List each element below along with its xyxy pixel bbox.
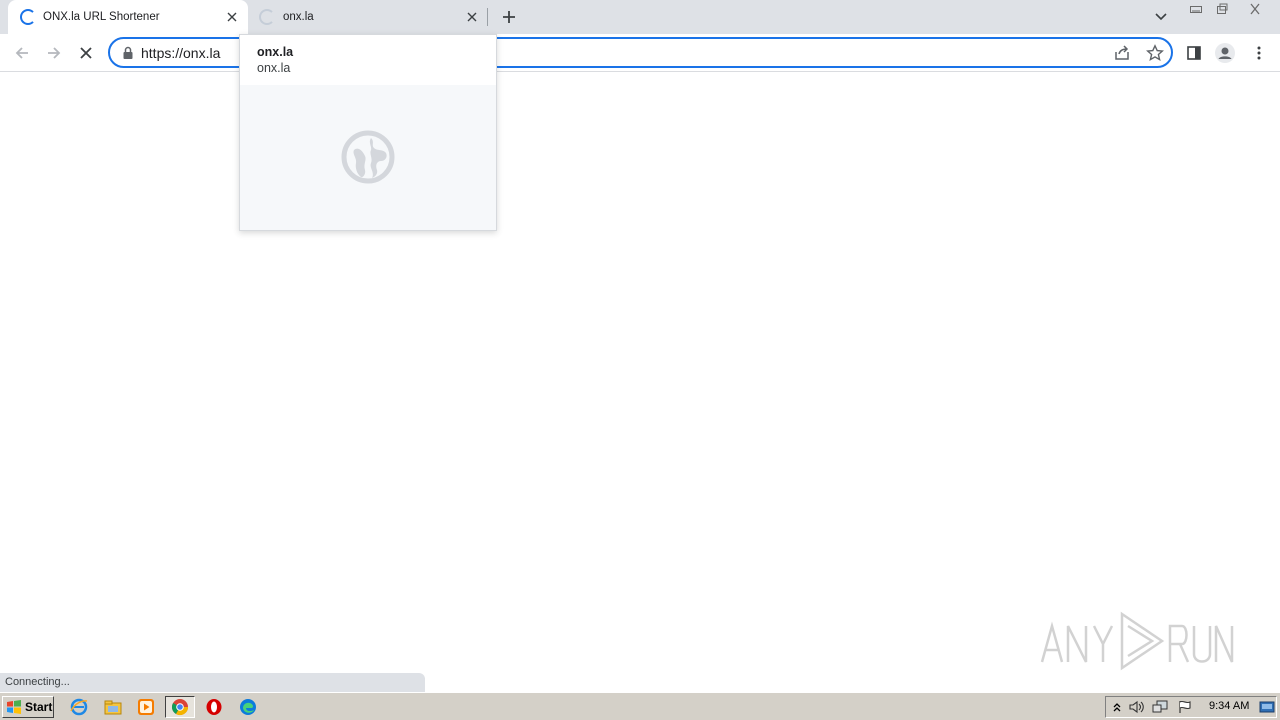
network-icon[interactable]	[1152, 699, 1168, 715]
windows-taskbar: Start 9:34 AM	[0, 692, 1280, 720]
media-player-taskbar-button[interactable]	[135, 697, 157, 717]
windows-logo-icon	[7, 700, 21, 714]
loading-spinner-icon	[259, 9, 275, 25]
close-window-button[interactable]	[1237, 0, 1273, 17]
side-panel-button[interactable]	[1183, 42, 1205, 64]
restore-button[interactable]	[1209, 0, 1235, 17]
close-icon	[1250, 3, 1260, 14]
close-icon	[80, 47, 92, 59]
kebab-menu-icon	[1257, 46, 1261, 60]
stop-loading-button[interactable]	[72, 39, 100, 67]
forward-button[interactable]	[40, 39, 68, 67]
chrome-menu-button[interactable]	[1248, 42, 1270, 64]
chrome-taskbar-button[interactable]	[165, 696, 195, 718]
tab-search-button[interactable]	[1150, 6, 1172, 28]
url-text[interactable]: https://onx.la	[141, 45, 220, 61]
explorer-taskbar-button[interactable]	[102, 697, 124, 717]
tab-onx-la[interactable]: onx.la	[248, 0, 488, 34]
status-bubble: Connecting...	[0, 673, 425, 692]
avatar-icon	[1215, 43, 1235, 63]
chrome-icon	[171, 699, 189, 716]
volume-icon[interactable]	[1128, 699, 1144, 715]
edge-icon	[240, 699, 256, 715]
new-tab-button[interactable]	[497, 5, 521, 29]
tab-close-icon[interactable]	[222, 7, 242, 27]
screen: ONX.la URL Shortener onx.la https://onx.…	[0, 0, 1280, 720]
ie-icon	[70, 698, 88, 716]
tab-hover-card: onx.la onx.la	[239, 34, 497, 231]
globe-icon	[341, 130, 395, 184]
system-tray: 9:34 AM	[1105, 696, 1277, 718]
tab-title: onx.la	[283, 11, 314, 23]
tray-expand-icon[interactable]	[1109, 699, 1125, 715]
action-center-flag-icon[interactable]	[1177, 699, 1193, 715]
explorer-icon	[104, 700, 122, 715]
minimize-icon	[1190, 5, 1202, 13]
media-player-icon	[138, 699, 154, 715]
start-label: Start	[25, 700, 53, 714]
tab-close-icon[interactable]	[462, 7, 482, 27]
hover-card-domain: onx.la	[257, 61, 291, 75]
tab-onx-url-shortener[interactable]: ONX.la URL Shortener	[8, 0, 248, 34]
restore-icon	[1217, 3, 1228, 14]
minimize-button[interactable]	[1183, 0, 1209, 17]
browser-toolbar: https://onx.la	[0, 34, 1280, 72]
side-panel-icon	[1187, 46, 1201, 60]
profile-button[interactable]	[1214, 42, 1236, 64]
hover-card-title: onx.la	[257, 45, 294, 59]
plus-icon	[503, 11, 515, 23]
show-desktop-icon[interactable]	[1259, 699, 1275, 715]
ie-taskbar-button[interactable]	[68, 697, 90, 717]
edge-taskbar-button[interactable]	[237, 697, 259, 717]
start-button[interactable]: Start	[2, 696, 54, 718]
opera-taskbar-button[interactable]	[203, 697, 225, 717]
arrow-left-icon	[15, 47, 28, 59]
anyrun-watermark-logo	[1040, 611, 1234, 671]
hover-card-preview	[240, 85, 496, 230]
tab-title: ONX.la URL Shortener	[43, 11, 160, 23]
back-button[interactable]	[8, 39, 36, 67]
opera-icon	[206, 699, 222, 715]
arrow-right-icon	[48, 47, 61, 59]
bookmark-star-icon[interactable]	[1146, 44, 1164, 62]
tab-separator	[487, 8, 488, 26]
loading-spinner-icon	[20, 9, 36, 25]
tab-strip: ONX.la URL Shortener onx.la	[0, 0, 1280, 34]
share-icon[interactable]	[1113, 44, 1131, 62]
lock-icon[interactable]	[122, 46, 134, 60]
taskbar-clock[interactable]: 9:34 AM	[1209, 700, 1249, 712]
chevron-down-icon	[1155, 13, 1167, 21]
